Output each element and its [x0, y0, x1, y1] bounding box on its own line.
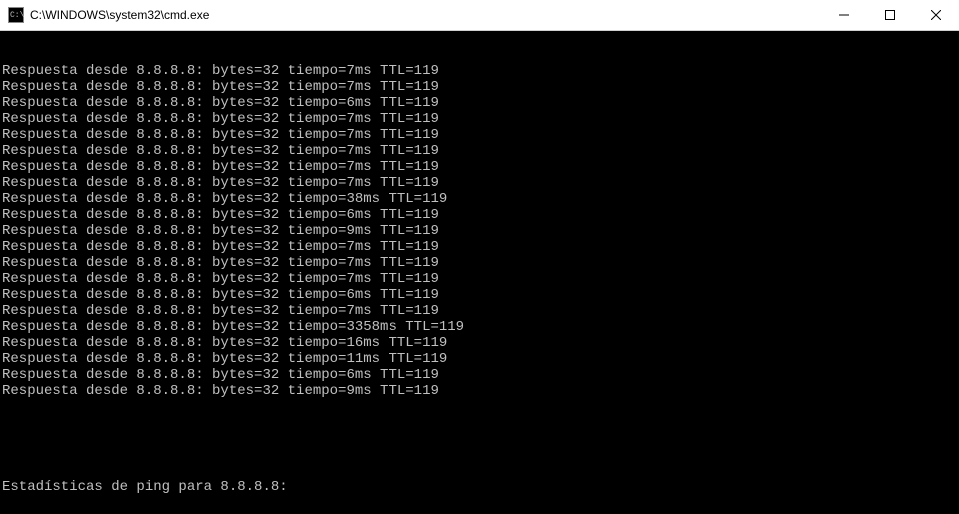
ping-reply-line: Respuesta desde 8.8.8.8: bytes=32 tiempo… [2, 207, 959, 223]
ping-reply-line: Respuesta desde 8.8.8.8: bytes=32 tiempo… [2, 335, 959, 351]
ping-reply-line: Respuesta desde 8.8.8.8: bytes=32 tiempo… [2, 367, 959, 383]
window-title: C:\WINDOWS\system32\cmd.exe [30, 8, 209, 22]
ping-reply-line: Respuesta desde 8.8.8.8: bytes=32 tiempo… [2, 63, 959, 79]
terminal-output[interactable]: Respuesta desde 8.8.8.8: bytes=32 tiempo… [0, 31, 959, 514]
ping-reply-line: Respuesta desde 8.8.8.8: bytes=32 tiempo… [2, 271, 959, 287]
ping-reply-line: Respuesta desde 8.8.8.8: bytes=32 tiempo… [2, 303, 959, 319]
ping-reply-line: Respuesta desde 8.8.8.8: bytes=32 tiempo… [2, 223, 959, 239]
ping-reply-line: Respuesta desde 8.8.8.8: bytes=32 tiempo… [2, 383, 959, 399]
ping-reply-line: Respuesta desde 8.8.8.8: bytes=32 tiempo… [2, 159, 959, 175]
cmd-icon: C:\ [8, 7, 24, 23]
titlebar[interactable]: C:\ C:\WINDOWS\system32\cmd.exe [0, 0, 959, 31]
ping-replies: Respuesta desde 8.8.8.8: bytes=32 tiempo… [2, 63, 959, 399]
blank-line [2, 431, 959, 447]
ping-reply-line: Respuesta desde 8.8.8.8: bytes=32 tiempo… [2, 255, 959, 271]
ping-reply-line: Respuesta desde 8.8.8.8: bytes=32 tiempo… [2, 79, 959, 95]
ping-reply-line: Respuesta desde 8.8.8.8: bytes=32 tiempo… [2, 287, 959, 303]
ping-reply-line: Respuesta desde 8.8.8.8: bytes=32 tiempo… [2, 175, 959, 191]
ping-reply-line: Respuesta desde 8.8.8.8: bytes=32 tiempo… [2, 239, 959, 255]
ping-reply-line: Respuesta desde 8.8.8.8: bytes=32 tiempo… [2, 143, 959, 159]
ping-reply-line: Respuesta desde 8.8.8.8: bytes=32 tiempo… [2, 351, 959, 367]
ping-reply-line: Respuesta desde 8.8.8.8: bytes=32 tiempo… [2, 319, 959, 335]
ping-reply-line: Respuesta desde 8.8.8.8: bytes=32 tiempo… [2, 95, 959, 111]
ping-reply-line: Respuesta desde 8.8.8.8: bytes=32 tiempo… [2, 111, 959, 127]
minimize-button[interactable] [821, 0, 867, 30]
ping-reply-line: Respuesta desde 8.8.8.8: bytes=32 tiempo… [2, 191, 959, 207]
ping-reply-line: Respuesta desde 8.8.8.8: bytes=32 tiempo… [2, 127, 959, 143]
maximize-button[interactable] [867, 0, 913, 30]
stats-header: Estadísticas de ping para 8.8.8.8: [2, 479, 959, 495]
close-button[interactable] [913, 0, 959, 30]
svg-text:C:\: C:\ [10, 11, 24, 20]
